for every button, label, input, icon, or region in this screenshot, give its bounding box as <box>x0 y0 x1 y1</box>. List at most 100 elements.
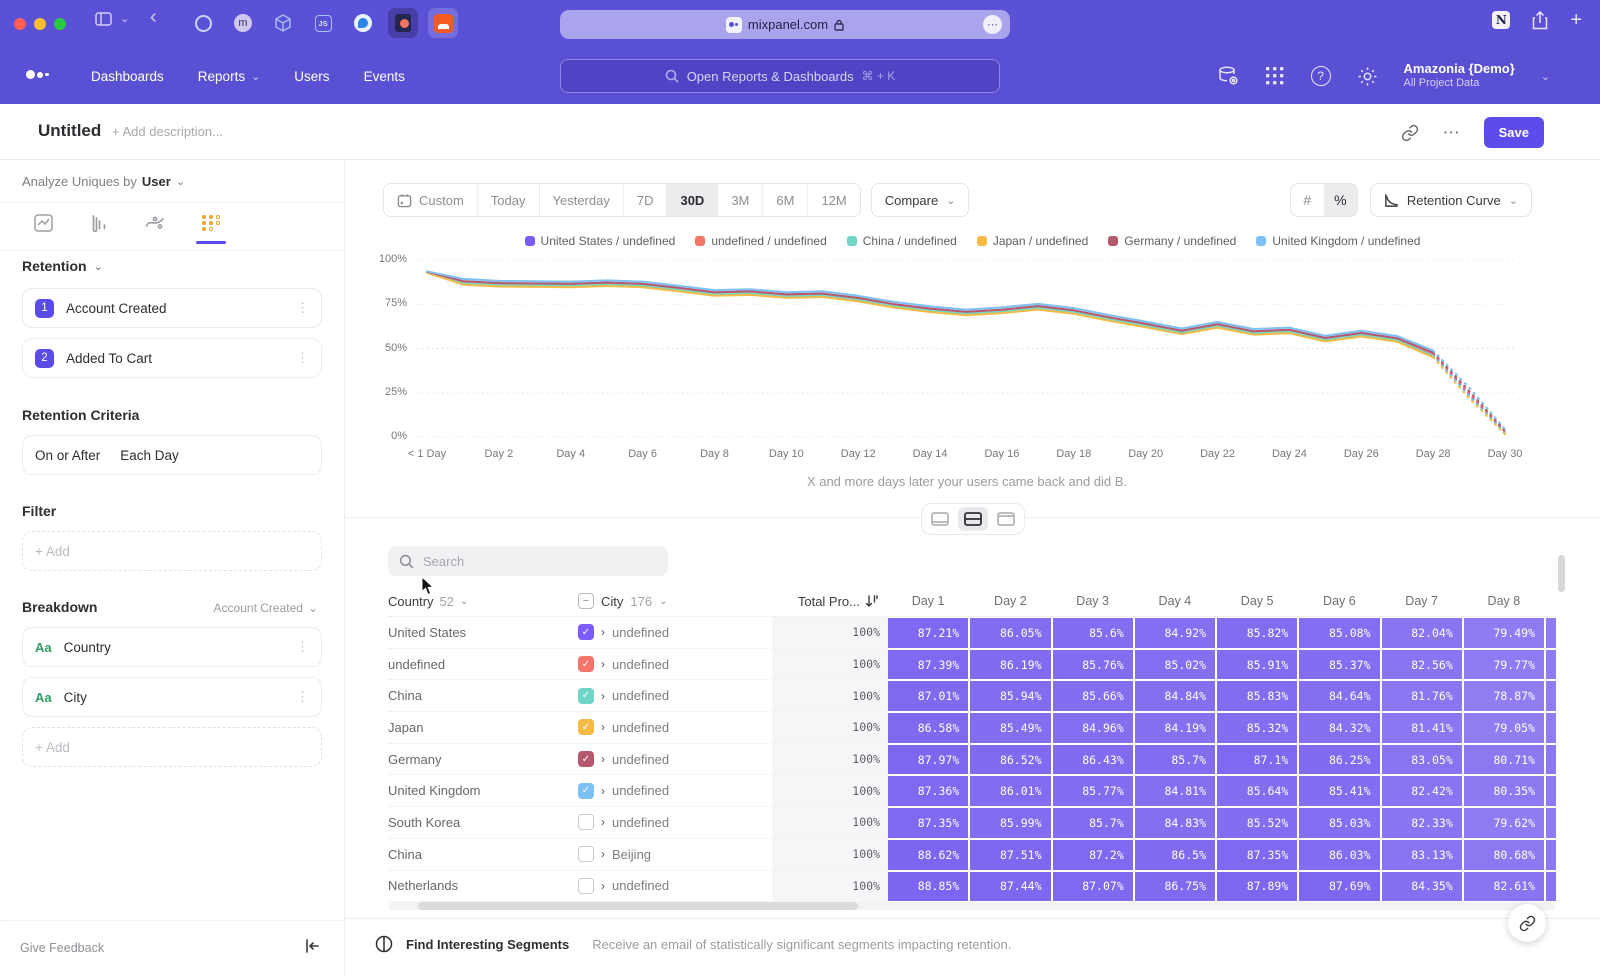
retention-cell[interactable]: 87.51% <box>970 840 1050 870</box>
retention-cell[interactable]: 85.66% <box>1053 681 1133 711</box>
day-column-header[interactable]: Day 4 <box>1135 594 1215 608</box>
compare-button[interactable]: Compare ⌄ <box>871 183 970 217</box>
row-checkbox[interactable]: ✓ <box>578 688 594 704</box>
retention-cell[interactable]: 87.21% <box>888 618 968 648</box>
retention-cell[interactable]: 85.41% <box>1299 776 1379 806</box>
avatar-extension-icon[interactable]: m <box>228 8 258 38</box>
retention-section-header[interactable]: Retention ⌄ <box>22 258 103 274</box>
retention-cell[interactable]: 84.92% <box>1135 618 1215 648</box>
expand-chevron-icon[interactable]: › <box>601 784 605 798</box>
row-checkbox[interactable]: ✓ <box>578 624 594 640</box>
share-link-floating-button[interactable] <box>1508 904 1546 942</box>
retention-cell[interactable]: 86.19% <box>970 650 1050 680</box>
expand-chevron-icon[interactable]: › <box>601 689 605 703</box>
retention-cell[interactable]: 79.49% <box>1464 618 1544 648</box>
bird-extension-icon[interactable] <box>348 8 378 38</box>
retention-cell[interactable]: 87.97% <box>888 745 968 775</box>
report-title[interactable]: Untitled <box>38 121 101 141</box>
notion-clipper-icon[interactable]: N <box>1492 11 1510 29</box>
retention-cell[interactable]: 87.1% <box>1217 745 1297 775</box>
retention-cell[interactable]: 85.49% <box>970 713 1050 743</box>
retention-cell[interactable]: 84.32% <box>1299 713 1379 743</box>
settings-gear-icon[interactable] <box>1357 66 1378 87</box>
expand-chevron-icon[interactable]: › <box>601 657 605 671</box>
retention-cell[interactable]: 87.07% <box>1053 872 1133 902</box>
legend-item[interactable]: undefined / undefined <box>695 234 826 248</box>
retention-cell[interactable]: 85.82% <box>1217 618 1297 648</box>
analyze-uniques-row[interactable]: Analyze Uniques by User ⌄ <box>22 174 185 189</box>
legend-item[interactable]: Japan / undefined <box>977 234 1088 248</box>
retention-step-card[interactable]: 2Added To Cart⋮ <box>22 338 322 378</box>
back-icon[interactable]: ‹ <box>150 6 157 29</box>
day-column-header[interactable]: Day 6 <box>1299 594 1379 608</box>
day-column-header[interactable]: Day 8 <box>1464 594 1544 608</box>
range-3m[interactable]: 3M <box>718 184 763 216</box>
address-bar[interactable]: mixpanel.com ⋯ <box>560 10 1010 39</box>
new-tab-icon[interactable]: + <box>1570 10 1582 30</box>
row-checkbox[interactable]: ✓ <box>578 656 594 672</box>
horizontal-scrollbar-thumb[interactable] <box>418 902 858 910</box>
global-search-button[interactable]: Open Reports & Dashboards ⌘ + K <box>560 59 1000 93</box>
retention-cell[interactable]: 84.35% <box>1382 872 1462 902</box>
step-options-icon[interactable]: ⋮ <box>296 300 309 316</box>
retention-cell[interactable]: 83.05% <box>1382 745 1462 775</box>
row-checkbox[interactable]: ✓ <box>578 719 594 735</box>
retention-cell[interactable]: 87.39% <box>888 650 968 680</box>
retention-cell[interactable]: 85.52% <box>1217 808 1297 838</box>
percent-toggle-button[interactable]: % <box>1324 184 1357 216</box>
city-column-header[interactable]: − City 176 ⌄ <box>578 593 772 609</box>
retention-cell[interactable]: 87.69% <box>1299 872 1379 902</box>
retention-cell[interactable]: 83.13% <box>1382 840 1462 870</box>
retention-cell[interactable]: 85.32% <box>1217 713 1297 743</box>
retention-cell[interactable]: 79.05% <box>1464 713 1544 743</box>
segments-title[interactable]: Find Interesting Segments <box>406 937 569 952</box>
retention-cell[interactable]: 80.71% <box>1464 745 1544 775</box>
expand-chevron-icon[interactable]: › <box>601 815 605 829</box>
range-today[interactable]: Today <box>478 184 540 216</box>
retention-cell[interactable]: 82.42% <box>1382 776 1462 806</box>
retention-cell[interactable]: 85.83% <box>1217 681 1297 711</box>
legend-item[interactable]: United States / undefined <box>525 234 676 248</box>
retention-cell[interactable]: 86.5% <box>1135 840 1215 870</box>
project-switcher[interactable]: Amazonia {Demo} All Project Data <box>1404 61 1515 91</box>
mixpanel-logo-icon[interactable] <box>26 70 49 79</box>
table-search[interactable] <box>388 546 668 576</box>
expand-chevron-icon[interactable]: › <box>601 752 605 766</box>
page-actions-icon[interactable]: ⋯ <box>983 15 1002 34</box>
retention-cell[interactable]: 85.77% <box>1053 776 1133 806</box>
row-checkbox[interactable]: ✓ <box>578 751 594 767</box>
retention-cell[interactable]: 84.96% <box>1053 713 1133 743</box>
legend-item[interactable]: Germany / undefined <box>1108 234 1236 248</box>
retention-cell[interactable]: 86.52% <box>970 745 1050 775</box>
step-options-icon[interactable]: ⋮ <box>296 350 309 366</box>
retention-cell[interactable]: 85.94% <box>970 681 1050 711</box>
add-breakdown-button[interactable]: + Add <box>22 727 322 767</box>
more-actions-icon[interactable]: ⋯ <box>1443 123 1460 143</box>
day-column-header[interactable]: Day 5 <box>1217 594 1297 608</box>
nav-item-users[interactable]: Users <box>277 69 346 84</box>
patreon-extension-icon[interactable] <box>388 8 418 38</box>
retention-cell[interactable]: 88.85% <box>888 872 968 902</box>
retention-cell[interactable]: 81.76% <box>1382 681 1462 711</box>
chart-type-dropdown[interactable]: Retention Curve ⌄ <box>1370 183 1532 217</box>
breakdown-options-icon[interactable]: ⋮ <box>296 689 309 705</box>
retention-cell[interactable]: 85.08% <box>1299 618 1379 648</box>
nav-item-events[interactable]: Events <box>347 69 422 84</box>
layout-split-button[interactable] <box>958 507 988 531</box>
retention-cell[interactable]: 84.19% <box>1135 713 1215 743</box>
retention-cell[interactable]: 85.91% <box>1217 650 1297 680</box>
retention-cell[interactable]: 86.01% <box>970 776 1050 806</box>
layout-bottom-button[interactable] <box>925 507 955 531</box>
legend-item[interactable]: China / undefined <box>847 234 957 248</box>
retention-cell[interactable]: 85.7% <box>1135 745 1215 775</box>
retention-cell[interactable]: 85.6% <box>1053 618 1133 648</box>
retention-cell[interactable]: 88.62% <box>888 840 968 870</box>
minimize-window-button[interactable] <box>34 18 46 30</box>
legend-item[interactable]: United Kingdom / undefined <box>1256 234 1420 248</box>
nav-item-reports[interactable]: Reports⌄ <box>181 69 278 84</box>
expand-chevron-icon[interactable]: › <box>601 625 605 639</box>
apps-grid-icon[interactable] <box>1265 66 1285 86</box>
table-search-input[interactable] <box>423 554 643 569</box>
ring-extension-icon[interactable] <box>188 8 218 38</box>
retention-cell[interactable]: 85.03% <box>1299 808 1379 838</box>
